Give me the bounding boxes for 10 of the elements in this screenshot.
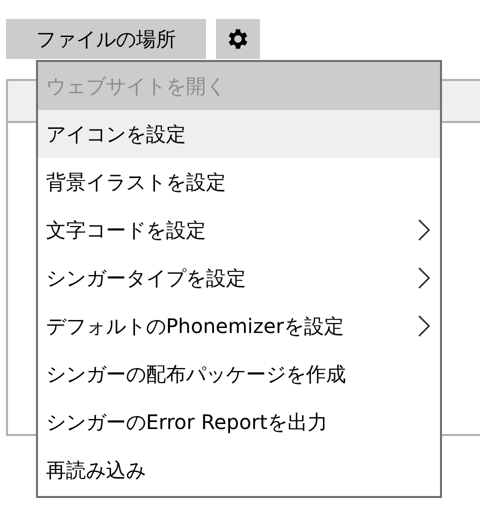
menu-item[interactable]: 文字コードを設定 <box>38 206 440 254</box>
menu-item[interactable]: デフォルトのPhonemizerを設定 <box>38 302 440 350</box>
menu-item[interactable]: 再読み込み <box>38 446 440 494</box>
menu-item[interactable]: アイコンを設定 <box>38 110 440 158</box>
settings-button[interactable] <box>216 19 260 59</box>
file-location-button[interactable]: ファイルの場所 <box>6 19 206 59</box>
menu-item[interactable]: シンガーの配布パッケージを作成 <box>38 350 440 398</box>
menu-item[interactable]: 背景イラストを設定 <box>38 158 440 206</box>
menu-item[interactable]: シンガータイプを設定 <box>38 254 440 302</box>
menu-item[interactable]: シンガーのError Reportを出力 <box>38 398 440 446</box>
